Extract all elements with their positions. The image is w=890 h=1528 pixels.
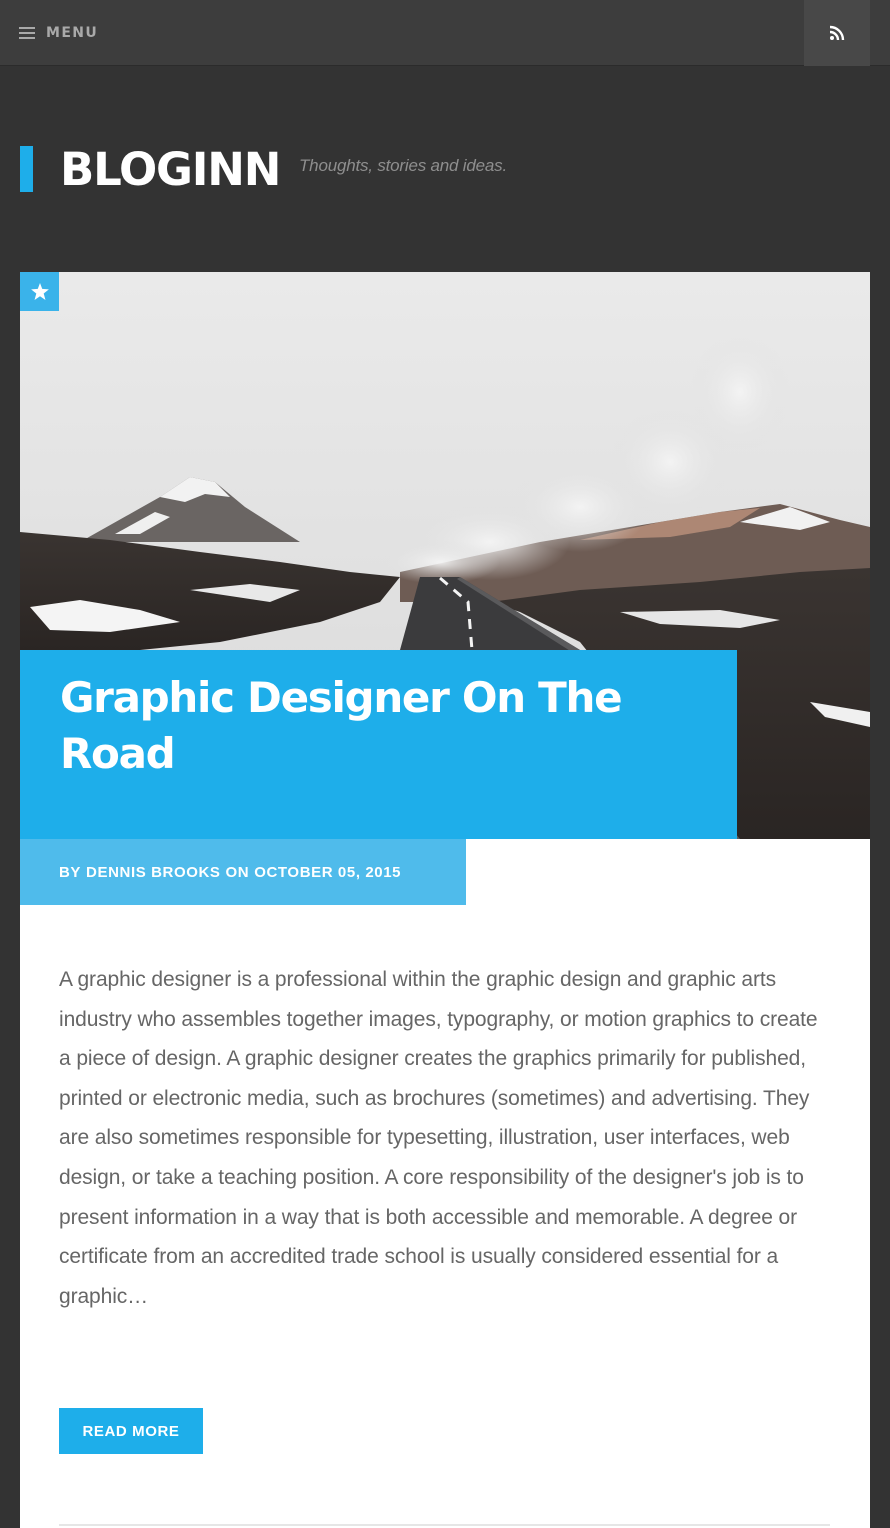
- sticky-post-badge: [20, 272, 59, 311]
- site-tagline: Thoughts, stories and ideas.: [299, 156, 507, 175]
- read-more-button[interactable]: READ MORE: [59, 1408, 203, 1454]
- post-excerpt: A graphic designer is a professional wit…: [59, 968, 818, 1308]
- meta-on-label: ON: [225, 863, 250, 881]
- post-author-link[interactable]: DENNIS BROOKS: [86, 864, 220, 881]
- rss-button[interactable]: [804, 0, 870, 66]
- post-title[interactable]: Graphic Designer On The Road: [60, 670, 700, 782]
- post-meta: BY DENNIS BROOKS ON OCTOBER 05, 2015: [20, 839, 466, 905]
- post-title-panel: Graphic Designer On The Road: [20, 650, 737, 839]
- rss-icon: [829, 25, 845, 41]
- menu-toggle-button[interactable]: MENU: [19, 22, 98, 44]
- menu-label: MENU: [46, 25, 99, 41]
- post-featured-image[interactable]: Graphic Designer On The Road: [20, 272, 870, 839]
- post-divider: [59, 1524, 830, 1526]
- site-title[interactable]: BLOGINN: [60, 140, 281, 200]
- brand-accent-bar: [20, 146, 33, 192]
- hamburger-icon: [19, 27, 35, 39]
- top-bar: MENU: [0, 0, 890, 66]
- meta-by-label: BY: [59, 863, 82, 881]
- post-date[interactable]: OCTOBER 05, 2015: [254, 864, 401, 881]
- post-card: Graphic Designer On The Road BY DENNIS B…: [20, 272, 870, 1528]
- star-icon: [30, 283, 49, 300]
